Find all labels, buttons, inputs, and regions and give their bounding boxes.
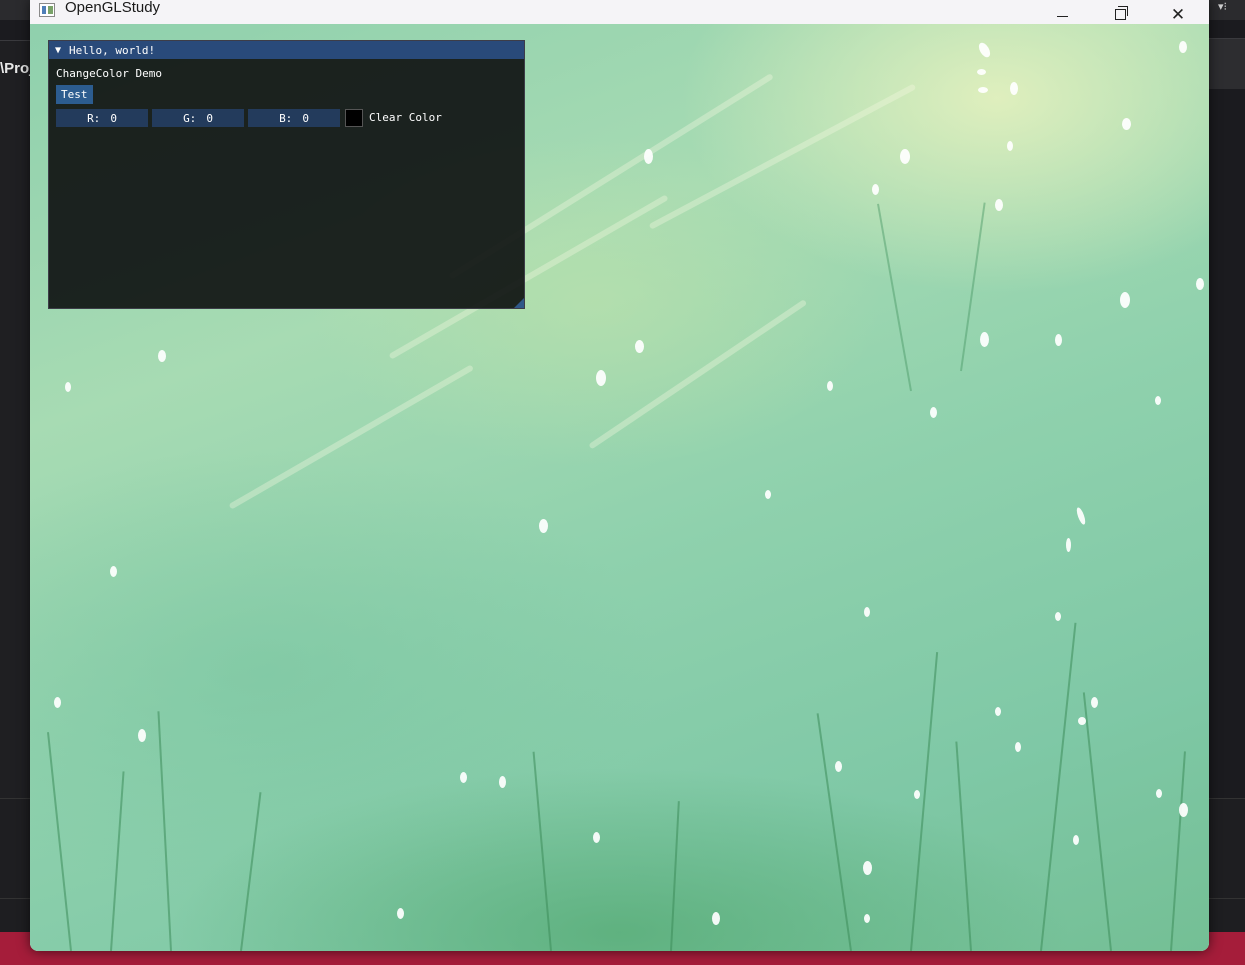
bokeh-dot: [1055, 612, 1061, 621]
bokeh-dot: [397, 908, 404, 919]
render-viewport[interactable]: ▼ Hello, world! ChangeColor Demo Test R:…: [30, 24, 1209, 951]
bokeh-dot: [827, 381, 833, 391]
bokeh-dot: [1196, 278, 1204, 290]
bokeh-dot: [138, 729, 146, 742]
grass-blade: [816, 713, 852, 951]
slider-label: B:: [279, 111, 293, 125]
collapse-arrow-icon[interactable]: ▼: [55, 45, 61, 56]
bokeh-dot: [1078, 717, 1086, 725]
grass-blade: [1040, 622, 1077, 951]
grass-blade: [670, 801, 680, 951]
bokeh-dot: [1010, 82, 1018, 95]
bokeh-dot: [930, 407, 937, 418]
red-drag-slider[interactable]: R: 0: [56, 109, 148, 127]
bokeh-dot: [158, 350, 166, 362]
bokeh-dot: [1122, 118, 1131, 130]
bokeh-dot: [864, 914, 870, 923]
bokeh-dot: [593, 832, 600, 843]
grass-blade: [157, 711, 172, 951]
clear-color-label: Clear Color: [369, 111, 442, 124]
grass-blade: [1170, 751, 1186, 951]
bokeh-dot: [539, 519, 548, 533]
app-icon: [39, 3, 55, 17]
imgui-window[interactable]: ▼ Hello, world! ChangeColor Demo Test R:…: [48, 40, 525, 309]
bokeh-dot: [863, 861, 872, 875]
grass-blade: [877, 203, 912, 392]
bokeh-dot: [1007, 141, 1013, 151]
bokeh-dot: [1075, 506, 1087, 526]
grass-blade: [532, 751, 552, 951]
test-button[interactable]: Test: [56, 85, 93, 104]
slider-value: 0: [302, 111, 309, 125]
grass-blade: [955, 741, 972, 951]
ide-right-panel: [1209, 38, 1245, 89]
bokeh-dot: [635, 340, 644, 353]
window-title-bar[interactable]: OpenGLStudy ✕: [30, 0, 1209, 24]
bokeh-dot: [900, 149, 910, 164]
bokeh-dot: [995, 199, 1003, 211]
slider-label: R:: [87, 111, 101, 125]
opengl-window: OpenGLStudy ✕ ▼ Hello, world! ChangeColo…: [30, 0, 1209, 951]
bokeh-dot: [110, 566, 117, 577]
bokeh-dot: [1091, 697, 1098, 708]
bokeh-dot: [1155, 396, 1161, 405]
bokeh-dot: [995, 707, 1001, 716]
background-streak: [228, 364, 474, 510]
bokeh-dot: [980, 332, 989, 347]
grass-blade: [47, 732, 72, 951]
grass-blade: [110, 771, 125, 951]
close-icon: ✕: [1170, 4, 1186, 24]
bokeh-dot: [712, 912, 720, 925]
bokeh-dot: [644, 149, 653, 164]
minimize-icon: [1056, 15, 1068, 17]
bokeh-dot: [1015, 742, 1021, 752]
ide-dropdown-icon[interactable]: ▾⁝: [1218, 0, 1227, 13]
green-drag-slider[interactable]: G: 0: [152, 109, 244, 127]
bokeh-dot: [864, 607, 870, 617]
bokeh-dot: [460, 772, 467, 783]
bokeh-dot: [65, 382, 71, 392]
background-streak: [648, 83, 917, 230]
bokeh-dot: [1055, 334, 1062, 346]
bokeh-dot: [976, 40, 993, 60]
bokeh-dot: [1120, 292, 1130, 308]
color-swatch[interactable]: [345, 109, 363, 127]
grass-blade: [1082, 692, 1112, 951]
grass-blade: [910, 652, 939, 951]
bokeh-dot: [978, 87, 988, 93]
imgui-title-bar[interactable]: ▼ Hello, world!: [49, 41, 524, 59]
bokeh-dot: [1073, 835, 1079, 845]
bokeh-dot: [835, 761, 842, 772]
imgui-title: Hello, world!: [69, 43, 156, 57]
background-streak: [588, 299, 808, 450]
slider-label: G:: [183, 111, 197, 125]
bokeh-dot: [914, 790, 920, 799]
bokeh-dot: [499, 776, 506, 788]
slider-value: 0: [206, 111, 213, 125]
bokeh-dot: [872, 184, 879, 195]
ide-left-panel: [0, 40, 30, 801]
blue-drag-slider[interactable]: B: 0: [248, 109, 340, 127]
bokeh-dot: [765, 490, 771, 499]
bokeh-dot: [977, 69, 986, 75]
bokeh-dot: [1156, 789, 1162, 798]
ide-project-label: \Proj: [0, 60, 34, 77]
maximize-icon: [1114, 5, 1128, 20]
grass-blade: [240, 792, 262, 951]
demo-label: ChangeColor Demo: [56, 67, 162, 80]
bokeh-dot: [1179, 41, 1187, 53]
bokeh-dot: [1179, 803, 1188, 817]
window-title: OpenGLStudy: [65, 0, 161, 16]
slider-value: 0: [110, 111, 117, 125]
bokeh-dot: [1066, 538, 1071, 552]
bokeh-dot: [54, 697, 61, 708]
resize-grip-icon[interactable]: [514, 298, 524, 308]
bokeh-dot: [596, 370, 606, 386]
